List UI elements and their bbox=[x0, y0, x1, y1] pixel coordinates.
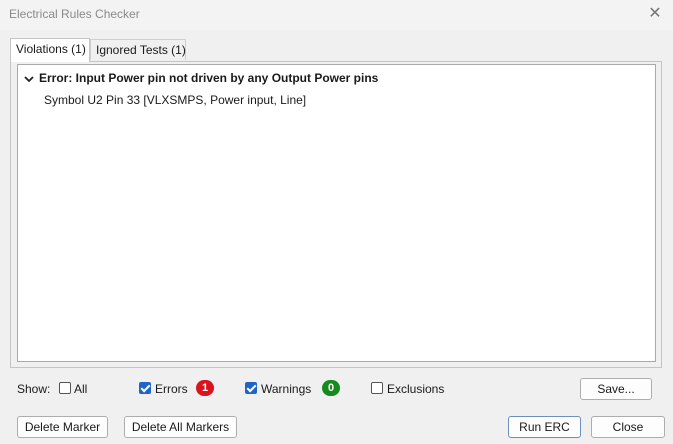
violation-text: Error: Input Power pin not driven by any… bbox=[39, 71, 379, 85]
warnings-checkbox[interactable] bbox=[245, 382, 257, 394]
show-label: Show: bbox=[17, 382, 51, 396]
tab-violations-label: Violations (1) bbox=[16, 42, 86, 56]
tab-ignored-tests[interactable]: Ignored Tests (1) bbox=[90, 39, 186, 60]
all-label: All bbox=[74, 382, 88, 396]
violation-item[interactable]: Symbol U2 Pin 33 [VLXSMPS, Power input, … bbox=[44, 93, 306, 107]
close-icon[interactable]: ✕ bbox=[645, 4, 665, 24]
exclusions-checkbox[interactable] bbox=[371, 382, 383, 394]
violations-tree[interactable]: Error: Input Power pin not driven by any… bbox=[17, 64, 656, 362]
tab-ignored-tests-label: Ignored Tests (1) bbox=[96, 43, 186, 57]
chevron-down-icon[interactable] bbox=[23, 73, 35, 85]
delete-all-markers-button[interactable]: Delete All Markers bbox=[124, 416, 237, 438]
exclusions-label: Exclusions bbox=[387, 382, 445, 396]
title-bar: Electrical Rules Checker ✕ bbox=[0, 0, 673, 30]
errors-count-badge: 1 bbox=[196, 380, 214, 396]
violation-row[interactable]: Error: Input Power pin not driven by any… bbox=[23, 71, 378, 85]
severity-filter-row: Show: All Errors 1 Warnings 0 Exclusions bbox=[0, 380, 673, 398]
save-button[interactable]: Save... bbox=[580, 378, 652, 400]
window-title: Electrical Rules Checker bbox=[9, 7, 140, 21]
tab-violations[interactable]: Violations (1) bbox=[10, 38, 90, 62]
erc-dialog: Electrical Rules Checker ✕ Violations (1… bbox=[0, 0, 673, 444]
warnings-label: Warnings bbox=[261, 382, 312, 396]
violations-panel: Error: Input Power pin not driven by any… bbox=[10, 61, 662, 368]
violation-item-text: Symbol U2 Pin 33 [VLXSMPS, Power input, … bbox=[44, 93, 307, 107]
run-erc-button[interactable]: Run ERC bbox=[508, 416, 581, 438]
delete-marker-button[interactable]: Delete Marker bbox=[17, 416, 108, 438]
errors-checkbox[interactable] bbox=[139, 382, 151, 394]
warnings-count-badge: 0 bbox=[322, 380, 340, 396]
all-checkbox[interactable] bbox=[59, 382, 71, 394]
close-button[interactable]: Close bbox=[591, 416, 665, 438]
errors-label: Errors bbox=[155, 382, 188, 396]
